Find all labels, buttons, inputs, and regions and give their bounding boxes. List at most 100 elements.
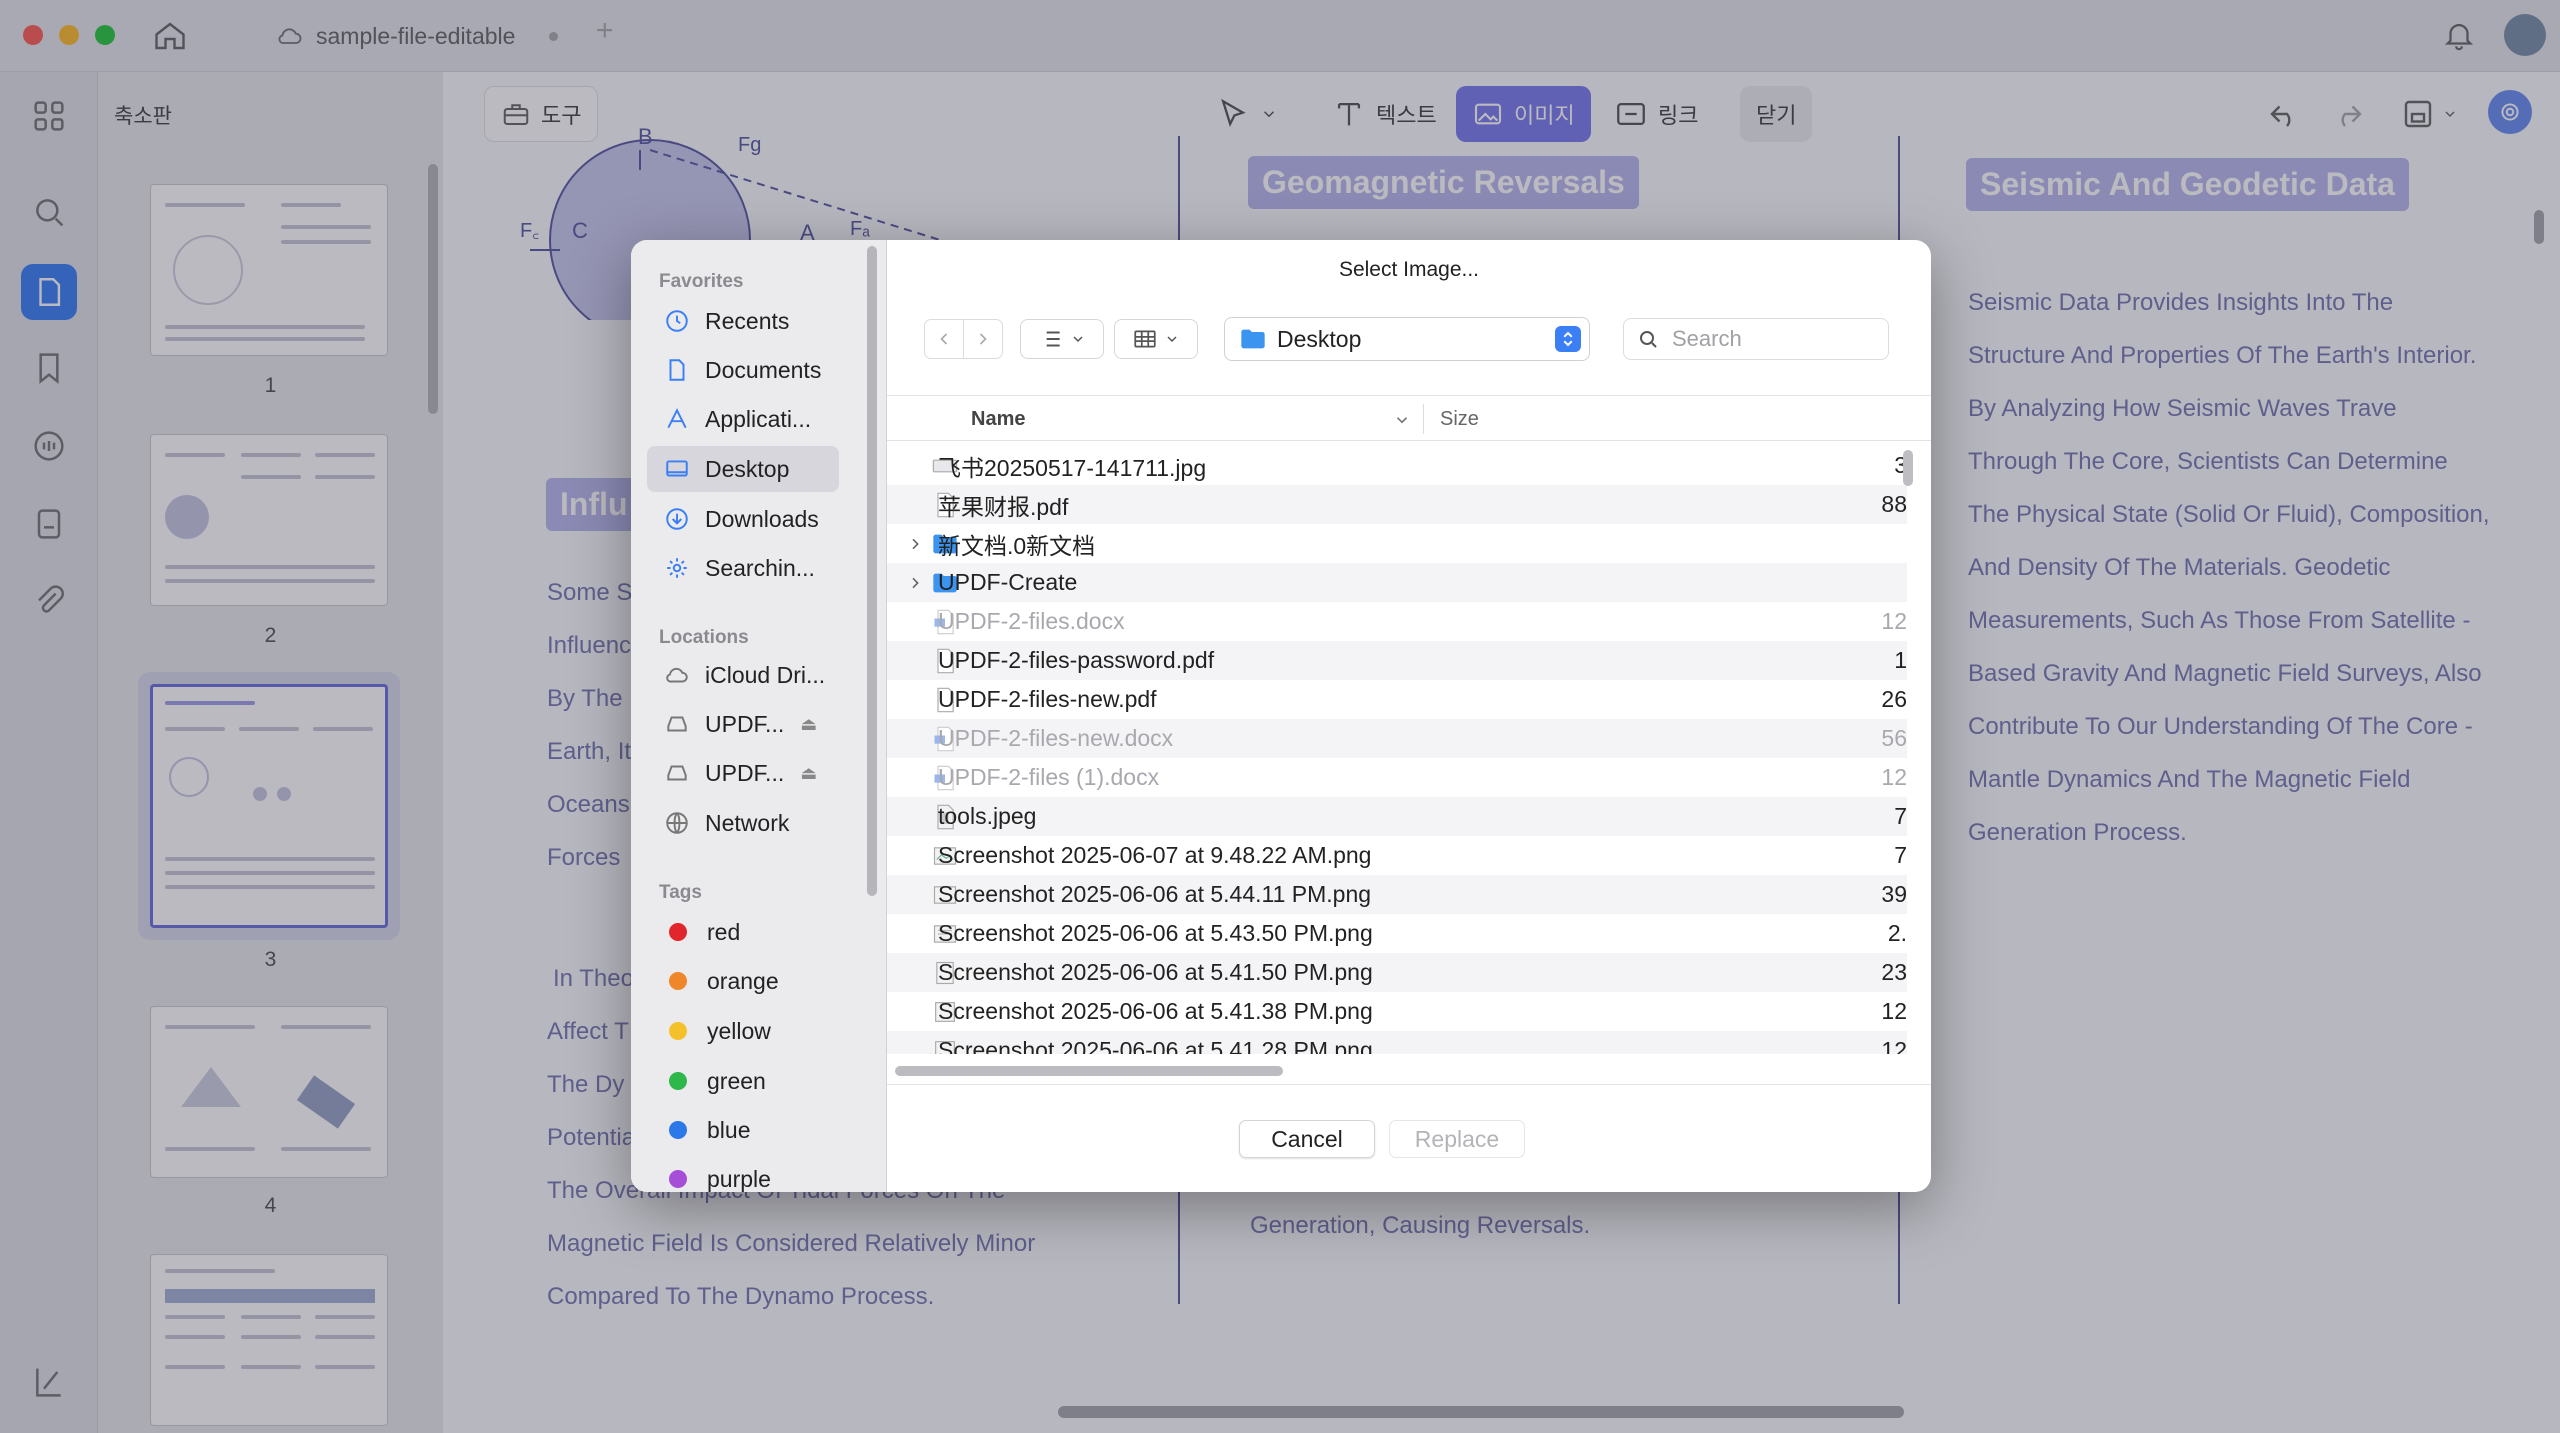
list-view-button[interactable] <box>1020 319 1104 359</box>
chevron-down-icon <box>1073 336 1083 343</box>
file-size: 7 <box>1894 803 1907 829</box>
file-row[interactable]: tools.jpeg 7 <box>887 797 1907 836</box>
sidebar-item-recents[interactable]: Recents <box>647 298 839 344</box>
sidebar-item-label: Searchin... <box>705 554 815 581</box>
file-name: UPDF-2-files-password.pdf <box>938 647 1215 673</box>
sidebar-scrollbar[interactable] <box>867 246 877 896</box>
list-icon <box>1042 331 1060 347</box>
tag-label: orange <box>707 967 779 994</box>
sidebar-item-applications[interactable]: Applicati... <box>647 396 839 442</box>
location-value: Desktop <box>1277 325 1362 352</box>
folder-row[interactable]: 新文档.0新文档 <box>887 524 1907 563</box>
disclosure-triangle-icon[interactable] <box>907 536 923 552</box>
location-popup[interactable]: Desktop <box>1224 317 1590 361</box>
sidebar-item-label: Downloads <box>705 505 819 532</box>
tag-item-purple[interactable]: purple <box>647 1156 839 1192</box>
sidebar-item-label: UPDF... <box>705 710 785 737</box>
file-size: 2. <box>1887 920 1907 946</box>
grid-icon <box>1134 330 1156 348</box>
replace-button: Replace <box>1389 1120 1525 1158</box>
name-column-header[interactable]: Name <box>971 408 1025 431</box>
globe-icon <box>663 809 691 837</box>
footer-divider <box>887 1084 1931 1085</box>
folder-icon <box>1241 329 1265 349</box>
eject-icon[interactable]: ⏏ <box>800 763 817 784</box>
file-row[interactable]: Screenshot 2025-06-06 at 5.43.50 PM.png … <box>887 914 1907 953</box>
back-button[interactable] <box>923 319 964 359</box>
file-size: 39 <box>1881 881 1907 907</box>
tag-label: purple <box>707 1165 771 1192</box>
tag-item-yellow[interactable]: yellow <box>647 1008 839 1054</box>
file-row[interactable]: Screenshot 2025-06-06 at 5.44.11 PM.png … <box>887 875 1907 914</box>
search-input[interactable] <box>1672 326 1872 352</box>
file-row[interactable]: Screenshot 2025-06-06 at 5.41.28 PM.png … <box>887 1031 1907 1056</box>
file-size: 12 <box>1881 998 1907 1024</box>
chevron-right-icon <box>979 333 987 345</box>
sidebar-item-searching[interactable]: Searchin... <box>647 545 839 591</box>
favorites-heading: Favorites <box>659 271 744 292</box>
sidebar-item-label: Network <box>705 809 790 836</box>
tags-heading: Tags <box>659 882 702 903</box>
tag-label: red <box>707 918 741 945</box>
file-name: Screenshot 2025-06-06 at 5.41.50 PM.png <box>938 959 1373 985</box>
file-row: UPDF-2-files.docx 12 <box>887 602 1907 641</box>
cancel-button[interactable]: Cancel <box>1239 1120 1375 1158</box>
sidebar-item-documents[interactable]: Documents <box>647 347 839 393</box>
forward-button[interactable] <box>962 319 1003 359</box>
tag-label: blue <box>707 1116 751 1143</box>
sidebar-item-desktop[interactable]: Desktop <box>647 446 839 492</box>
applications-icon <box>663 405 691 433</box>
search-icon <box>1640 331 1657 348</box>
back-forward-group <box>921 319 1005 359</box>
file-size: 23 <box>1881 959 1907 985</box>
chevron-left-icon <box>939 333 947 345</box>
sidebar-item-icloud[interactable]: iCloud Dri... <box>647 652 839 698</box>
file-row[interactable]: UPDF-2-files-new.pdf 26 <box>887 680 1907 719</box>
updown-chevron-icon <box>1555 326 1581 352</box>
eject-icon[interactable]: ⏏ <box>800 714 817 735</box>
drive-icon <box>663 710 691 738</box>
dialog-sidebar: Favorites Recents Documents Applicati...… <box>631 240 887 1192</box>
file-name: 飞书20250517-141711.jpg <box>938 454 1207 481</box>
file-row[interactable]: Screenshot 2025-06-06 at 5.41.50 PM.png … <box>887 953 1907 992</box>
file-name: Screenshot 2025-06-06 at 5.43.50 PM.png <box>938 920 1373 946</box>
sidebar-item-drive[interactable]: UPDF... ⏏ <box>647 750 839 796</box>
disclosure-triangle-icon[interactable] <box>907 575 923 591</box>
tag-item-green[interactable]: green <box>647 1058 839 1104</box>
grid-view-button[interactable] <box>1114 319 1198 359</box>
tag-item-blue[interactable]: blue <box>647 1107 839 1153</box>
file-name: UPDF-2-files (1).docx <box>938 764 1160 790</box>
file-name: tools.jpeg <box>938 803 1037 829</box>
tag-item-orange[interactable]: orange <box>647 958 839 1004</box>
desktop-icon <box>663 455 691 483</box>
drive-icon <box>663 759 691 787</box>
search-field[interactable] <box>1623 318 1889 360</box>
file-row[interactable]: UPDF-2-files-password.pdf 1 <box>887 641 1907 680</box>
tag-item-red[interactable]: red <box>647 909 839 955</box>
file-row[interactable]: 飞书20250517-141711.jpg 3 <box>887 446 1907 485</box>
sidebar-item-drive[interactable]: UPDF... ⏏ <box>647 701 839 747</box>
size-column-header[interactable]: Size <box>1440 408 1479 431</box>
file-name: Screenshot 2025-06-07 at 9.48.22 AM.png <box>938 842 1372 868</box>
file-row: UPDF-2-files (1).docx 12 <box>887 758 1907 797</box>
file-row[interactable]: Screenshot 2025-06-07 at 9.48.22 AM.png … <box>887 836 1907 875</box>
file-list-vertical-scrollbar[interactable] <box>1903 450 1913 486</box>
file-size: 88 <box>1881 491 1907 517</box>
select-image-dialog: Favorites Recents Documents Applicati...… <box>631 240 1931 1192</box>
sidebar-item-network[interactable]: Network <box>647 800 839 846</box>
file-row[interactable]: 苹果财报.pdf 88 <box>887 485 1907 524</box>
folder-row[interactable]: UPDF-Create <box>887 563 1907 602</box>
file-list-horizontal-scrollbar[interactable] <box>895 1066 1283 1076</box>
file-name: UPDF-2-files.docx <box>938 608 1125 634</box>
file-row[interactable]: Screenshot 2025-06-06 at 5.41.38 PM.png … <box>887 992 1907 1031</box>
sidebar-item-downloads[interactable]: Downloads <box>647 496 839 542</box>
tag-dot <box>669 1072 687 1090</box>
locations-heading: Locations <box>659 627 749 648</box>
sort-chevron-down-icon[interactable] <box>1393 411 1411 429</box>
file-name: UPDF-2-files-new.docx <box>938 725 1174 751</box>
file-name: 苹果财报.pdf <box>938 493 1069 520</box>
file-size: 7 <box>1894 842 1907 868</box>
sidebar-item-label: Recents <box>705 307 790 334</box>
sidebar-item-label: iCloud Dri... <box>705 661 826 688</box>
file-name: UPDF-2-files-new.pdf <box>938 686 1157 712</box>
